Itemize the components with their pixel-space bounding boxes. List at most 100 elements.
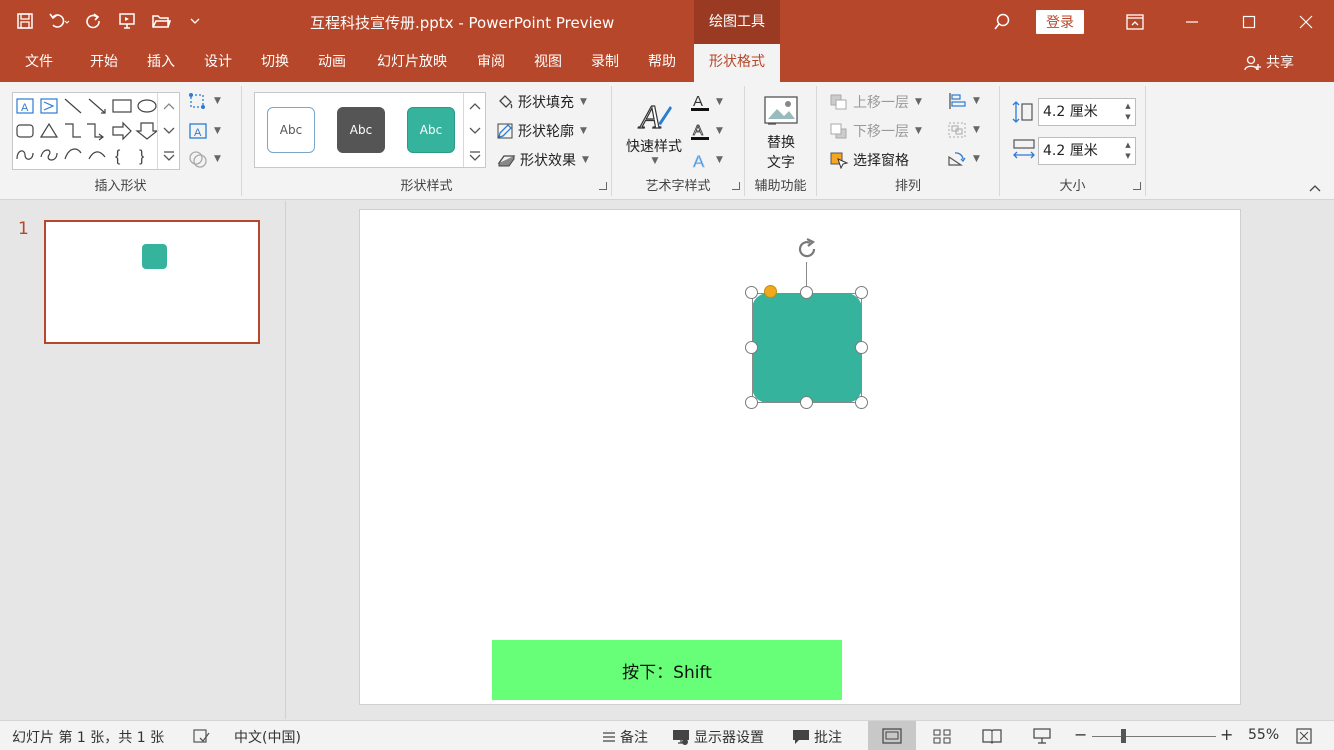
notes-button[interactable]: 备注: [602, 727, 648, 747]
tab-file[interactable]: 文件: [10, 44, 68, 82]
bring-forward-button[interactable]: 上移一层 ▼: [829, 92, 922, 112]
slide-show-view-button[interactable]: [1018, 721, 1066, 750]
close-icon[interactable]: [1277, 0, 1334, 44]
collapse-ribbon-icon[interactable]: [1308, 183, 1322, 193]
adjustment-handle[interactable]: [764, 285, 777, 298]
edit-shape-button[interactable]: ▼: [188, 92, 221, 110]
shape-height-input[interactable]: 4.2 厘米 ▲ ▼: [1038, 98, 1136, 126]
zoom-slider-thumb[interactable]: [1121, 729, 1126, 743]
zoom-level[interactable]: 55%: [1248, 727, 1279, 743]
shape-effects-button[interactable]: 形状效果 ▼: [496, 150, 589, 170]
fit-to-window-icon[interactable]: [1296, 728, 1312, 744]
slide-sorter-view-button[interactable]: [918, 721, 966, 750]
tab-record[interactable]: 录制: [577, 44, 633, 82]
tab-animations[interactable]: 动画: [304, 44, 360, 82]
styles-gallery-up-icon[interactable]: [464, 93, 485, 118]
style-preset-outline[interactable]: Abc: [267, 107, 315, 153]
styles-gallery-down-icon[interactable]: [464, 118, 485, 143]
language-indicator[interactable]: 中文(中国): [234, 727, 301, 747]
group-accessibility: 替换 文字 辅助功能: [745, 86, 817, 196]
width-spinner[interactable]: ▲ ▼: [1123, 140, 1133, 162]
search-icon[interactable]: [982, 0, 1022, 44]
tab-transitions[interactable]: 切换: [247, 44, 303, 82]
customize-qat-icon[interactable]: [180, 8, 210, 34]
tab-shape-format[interactable]: 形状格式: [694, 44, 780, 82]
resize-handle-bottom-right[interactable]: [855, 396, 868, 409]
gallery-more-icon[interactable]: [158, 143, 179, 168]
zoom-slider-track[interactable]: [1092, 736, 1216, 737]
maximize-icon[interactable]: [1220, 0, 1277, 44]
styles-gallery-more-icon[interactable]: [464, 143, 485, 168]
gallery-up-icon[interactable]: [158, 93, 179, 118]
tab-help[interactable]: 帮助: [634, 44, 690, 82]
shape-effects-icon: [497, 155, 516, 167]
login-button[interactable]: 登录: [1036, 10, 1084, 34]
text-effects-button[interactable]: A ▼: [690, 150, 723, 170]
resize-handle-top-right[interactable]: [855, 286, 868, 299]
display-settings-button[interactable]: 显示器设置: [672, 727, 764, 747]
monitor-icon: [673, 730, 689, 745]
normal-view-button[interactable]: [868, 721, 916, 750]
paint-bucket-icon: [499, 95, 513, 109]
tab-insert[interactable]: 插入: [133, 44, 189, 82]
group-objects-button[interactable]: ▼: [947, 121, 980, 139]
gallery-down-icon[interactable]: [158, 118, 179, 143]
height-spinner[interactable]: ▲ ▼: [1123, 101, 1133, 123]
resize-handle-left[interactable]: [745, 341, 758, 354]
svg-text:A: A: [638, 99, 661, 134]
shapes-gallery[interactable]: A { }: [12, 92, 180, 170]
tab-design[interactable]: 设计: [190, 44, 246, 82]
text-outline-button[interactable]: A ▼: [690, 121, 723, 141]
group-objects-icon: [948, 122, 966, 138]
resize-handle-top-left[interactable]: [745, 286, 758, 299]
minimize-icon[interactable]: [1163, 0, 1220, 44]
tab-home[interactable]: 开始: [76, 44, 132, 82]
merge-shapes-button[interactable]: ▼: [188, 150, 221, 168]
style-preset-teal[interactable]: Abc: [407, 107, 455, 153]
shape-styles-gallery[interactable]: Abc Abc Abc: [254, 92, 486, 168]
resize-handle-bottom-left[interactable]: [745, 396, 758, 409]
resize-handle-bottom[interactable]: [800, 396, 813, 409]
svg-text:A: A: [693, 93, 703, 110]
accessibility-check-icon[interactable]: [192, 728, 210, 744]
shape-outline-button[interactable]: 形状轮廓 ▼: [496, 121, 587, 141]
text-outline-icon: A: [691, 122, 709, 140]
send-backward-button[interactable]: 下移一层 ▼: [829, 121, 922, 141]
shape-fill-button[interactable]: 形状填充 ▼: [496, 92, 587, 112]
rotate-handle-icon[interactable]: [794, 236, 820, 262]
group-label-wordart: 艺术字样式: [645, 179, 711, 194]
redo-icon[interactable]: [78, 8, 108, 34]
slide-show-icon: [1033, 728, 1051, 744]
selection-pane-button[interactable]: 选择窗格: [829, 150, 909, 170]
tab-review[interactable]: 审阅: [463, 44, 519, 82]
shape-width-input[interactable]: 4.2 厘米 ▲ ▼: [1038, 137, 1136, 165]
slide-canvas[interactable]: 按下：Shift: [359, 209, 1241, 705]
undo-icon[interactable]: [44, 8, 74, 34]
slide-thumbnail-number: 1: [18, 219, 29, 239]
align-button[interactable]: ▼: [947, 92, 980, 110]
resize-handle-right[interactable]: [855, 341, 868, 354]
ribbon-display-options-icon[interactable]: [1106, 0, 1163, 44]
slide-thumbnail-1[interactable]: [44, 220, 260, 344]
tab-view[interactable]: 视图: [520, 44, 576, 82]
draw-text-box-button[interactable]: A ▼: [188, 122, 221, 140]
keystroke-banner: 按下：Shift: [492, 640, 842, 700]
alt-text-button[interactable]: 替换 文字: [755, 94, 807, 172]
reading-view-button[interactable]: [968, 721, 1016, 750]
quick-styles-button[interactable]: A 快速样式 ▼: [624, 94, 684, 166]
rotate-button[interactable]: ▼: [947, 150, 980, 168]
shapes-gallery-scroll: [157, 93, 179, 169]
tab-slide-show[interactable]: 幻灯片放映: [364, 44, 460, 82]
comments-button[interactable]: 批注: [792, 727, 842, 747]
title-bar: 互程科技宣传册.pptx - PowerPoint Preview 绘图工具 登…: [0, 0, 1334, 44]
open-folder-icon[interactable]: [146, 8, 176, 34]
present-from-start-icon[interactable]: [112, 8, 142, 34]
resize-handle-top[interactable]: [800, 286, 813, 299]
save-icon[interactable]: [10, 8, 40, 34]
text-fill-button[interactable]: A ▼: [690, 92, 723, 112]
style-preset-dark[interactable]: Abc: [337, 107, 385, 153]
document-title: 互程科技宣传册.pptx - PowerPoint Preview: [310, 14, 615, 32]
zoom-out-icon[interactable]: −: [1074, 725, 1087, 744]
zoom-in-icon[interactable]: +: [1220, 725, 1233, 744]
share-button[interactable]: 共享: [1244, 44, 1294, 82]
